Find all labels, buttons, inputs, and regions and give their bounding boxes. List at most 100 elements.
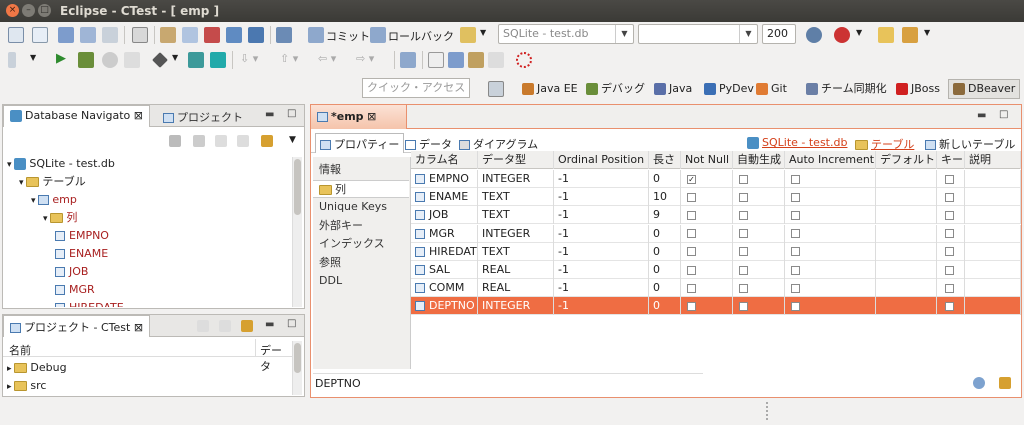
column-header[interactable]: カラム名 [411, 151, 478, 169]
project-item[interactable]: ▸ Debug [7, 359, 67, 377]
cell-ordinal[interactable]: -1 [554, 170, 649, 188]
cell-empty[interactable] [876, 170, 937, 188]
cell-empty[interactable] [876, 261, 937, 279]
checkbox[interactable] [687, 265, 696, 275]
checkbox[interactable] [739, 229, 748, 239]
window-minimize-button[interactable]: – [22, 4, 35, 17]
cell-type[interactable]: TEXT [478, 242, 554, 261]
column-header[interactable]: Ordinal Position [554, 151, 649, 169]
column-header[interactable]: 説明 [965, 151, 1021, 169]
save-icon[interactable] [58, 27, 74, 43]
sql-editor-icon[interactable] [188, 52, 204, 68]
checkbox[interactable] [945, 265, 954, 275]
cell-length[interactable]: 0 [649, 242, 681, 261]
commit-button[interactable]: コミット [326, 28, 370, 44]
table-row[interactable]: JOB TEXT -1 9 [411, 206, 1021, 225]
checkbox[interactable] [945, 229, 954, 239]
dropdown-chevron-icon[interactable]: ▼ [924, 28, 930, 37]
cell-auto-gen[interactable] [733, 261, 785, 279]
cell-empty[interactable] [965, 206, 1021, 225]
tab-database-navigator[interactable]: Database Navigato ⊠ [3, 105, 151, 127]
editor-tab-emp[interactable]: *emp ⊠ [311, 105, 407, 129]
git-icon[interactable] [204, 27, 220, 43]
cell-key[interactable] [937, 170, 965, 188]
cell-column-name[interactable]: COMM [411, 279, 478, 298]
cell-auto-inc[interactable] [785, 188, 876, 207]
cell-column-name[interactable]: SAL [411, 261, 478, 279]
checkbox[interactable]: ✓ [687, 174, 696, 184]
dropdown-chevron-icon[interactable]: ▼ [856, 28, 862, 37]
cell-empty[interactable] [965, 279, 1021, 298]
db-link[interactable]: SQLite - test.db [747, 136, 847, 149]
tree-item-col[interactable]: EMPNO [55, 227, 109, 245]
cell-empty[interactable] [965, 261, 1021, 279]
transaction-mode-icon[interactable] [460, 27, 476, 43]
cell-ordinal[interactable]: -1 [554, 206, 649, 225]
side-menu-item[interactable]: Unique Keys [313, 198, 409, 216]
dropdown-chevron-icon[interactable]: ▼ [30, 53, 36, 62]
cell-type[interactable]: TEXT [478, 206, 554, 225]
collapse-all-icon[interactable] [197, 320, 209, 332]
tool-icon[interactable] [902, 27, 918, 43]
tree-item-table[interactable]: ▾ emp [31, 191, 77, 209]
view-menu-icon[interactable]: ▼ [289, 135, 296, 145]
checkbox[interactable] [791, 174, 800, 184]
repo-icon[interactable] [226, 27, 242, 43]
table-row[interactable]: SAL REAL -1 0 [411, 261, 1021, 279]
expand-chevron-icon[interactable]: ▾ [19, 178, 26, 188]
checkbox[interactable] [791, 229, 800, 239]
cell-column-name[interactable]: DEPTNO [411, 297, 478, 316]
column-header[interactable]: Not Null [681, 151, 733, 169]
cell-column-name[interactable]: JOB [411, 206, 478, 225]
cell-empty[interactable] [876, 297, 937, 316]
cell-length[interactable]: 10 [649, 188, 681, 207]
cell-ordinal[interactable]: -1 [554, 188, 649, 207]
tree-item-col[interactable]: ENAME [55, 245, 108, 263]
checkbox[interactable] [687, 283, 696, 293]
cell-empty[interactable] [876, 242, 937, 261]
cell-length[interactable]: 0 [649, 279, 681, 298]
sync-icon[interactable] [241, 320, 253, 332]
checkbox[interactable] [739, 192, 748, 202]
server-icon[interactable] [8, 52, 16, 68]
cell-auto-inc[interactable] [785, 261, 876, 279]
side-menu-item[interactable]: インデックス [313, 235, 409, 253]
folder-icon[interactable] [878, 27, 894, 43]
cell-key[interactable] [937, 206, 965, 225]
cell-empty[interactable] [876, 188, 937, 207]
expand-chevron-icon[interactable]: ▾ [43, 214, 50, 224]
cell-empty[interactable] [965, 188, 1021, 207]
cell-not-null[interactable]: ✓ [681, 170, 733, 188]
cell-column-name[interactable]: EMPNO [411, 170, 478, 188]
dropdown-chevron-icon[interactable]: ▼ [480, 28, 486, 37]
cell-key[interactable] [937, 242, 965, 261]
perspective-java[interactable]: Java [654, 80, 692, 98]
gear-icon[interactable] [806, 27, 822, 43]
maximize-icon[interactable]: □ [999, 109, 1008, 120]
execute-icon[interactable] [182, 27, 198, 43]
cell-ordinal[interactable]: -1 [554, 279, 649, 298]
connect-icon[interactable] [169, 135, 181, 147]
checkbox[interactable] [945, 247, 954, 257]
cell-auto-gen[interactable] [733, 279, 785, 298]
rollback-button[interactable]: ロールバック [388, 28, 454, 44]
forward-icon[interactable]: ⇨ ▾ [356, 52, 374, 65]
tree-item-col[interactable]: HIREDATE [55, 299, 124, 307]
cell-ordinal[interactable]: -1 [554, 297, 649, 316]
new-table-button[interactable]: 新しいテーブル [925, 136, 1015, 152]
table-row[interactable]: DEPTNO INTEGER -1 0 [411, 297, 1021, 316]
cell-length[interactable]: 0 [649, 170, 681, 188]
minimize-icon[interactable]: ▬ [265, 109, 274, 120]
table-row[interactable]: COMM REAL -1 0 [411, 279, 1021, 298]
open-icon[interactable] [32, 27, 48, 43]
cell-type[interactable]: REAL [478, 279, 554, 298]
open-perspective-icon[interactable] [488, 81, 504, 97]
cell-empty[interactable] [876, 279, 937, 298]
search-icon[interactable] [210, 52, 226, 68]
cell-empty[interactable] [876, 224, 937, 243]
configure-icon[interactable] [999, 377, 1011, 389]
table-row[interactable]: EMPNO INTEGER -1 0 ✓ [411, 170, 1021, 188]
maximize-icon[interactable]: □ [287, 318, 296, 329]
tree-item-folder[interactable]: ▾ 列 [43, 209, 77, 227]
cell-empty[interactable] [965, 297, 1021, 316]
